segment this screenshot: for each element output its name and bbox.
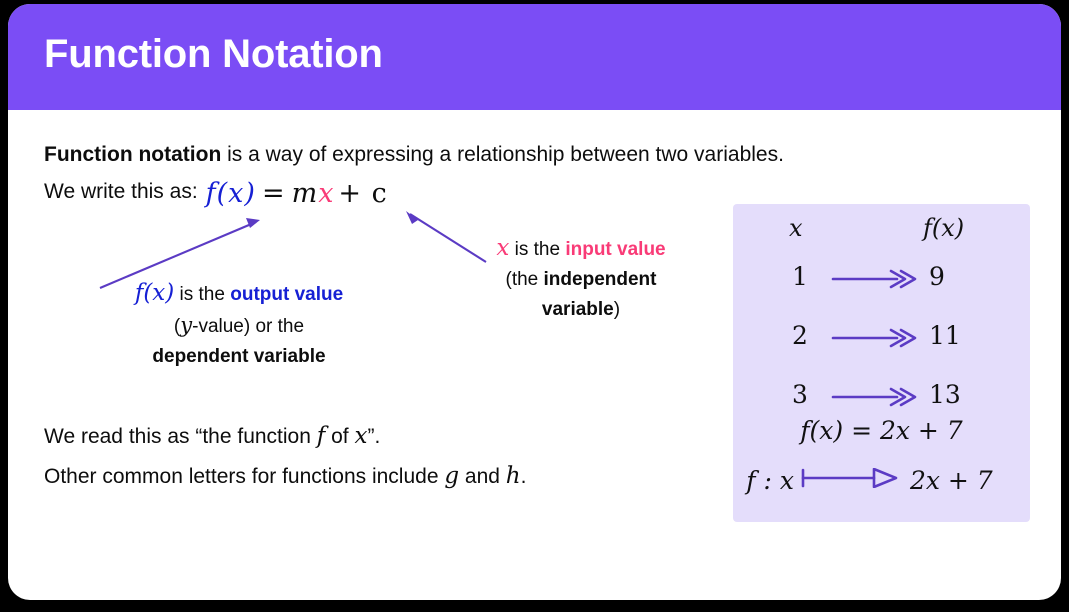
output-mid: is the bbox=[174, 284, 231, 305]
input-line3-post: ) bbox=[613, 299, 621, 320]
mapping-header-fx: f(x) bbox=[923, 214, 965, 242]
main-formula: f(x) = mx + c bbox=[206, 178, 388, 209]
read-mid: of bbox=[325, 425, 355, 448]
read-x: x bbox=[354, 423, 368, 449]
input-annotation-line1: x is the input value bbox=[438, 233, 724, 265]
input-symbol: x bbox=[496, 235, 510, 261]
other-mid: and bbox=[459, 465, 506, 488]
output-line2-var: y bbox=[180, 313, 193, 337]
output-symbol: f(x) bbox=[134, 280, 175, 306]
double-arrow-icon bbox=[831, 386, 923, 408]
table-row: 2 11 bbox=[733, 321, 1030, 363]
mapping-output-1: 9 bbox=[929, 262, 945, 291]
input-line2-pre: (the bbox=[505, 269, 544, 290]
slide-header: Function Notation bbox=[8, 4, 1061, 110]
formula-plus-c: + c bbox=[338, 178, 388, 209]
panel-equation: f(x) = 2x + 7 bbox=[800, 416, 963, 445]
slide-card: Function Notation Function notation is a… bbox=[8, 4, 1061, 600]
intro-sentence: Function notation is a way of expressing… bbox=[44, 143, 784, 167]
formula-equals: = bbox=[261, 178, 286, 209]
formula-prefix: We write this as: bbox=[44, 180, 198, 203]
mapping-output-2: 11 bbox=[929, 321, 961, 350]
other-pre: Other common letters for functions inclu… bbox=[44, 465, 445, 488]
input-mid: is the bbox=[509, 239, 566, 260]
read-post: ”. bbox=[367, 425, 381, 448]
variable-text: variable bbox=[541, 299, 614, 320]
double-arrow-icon bbox=[831, 268, 923, 290]
output-emph: output value bbox=[230, 284, 344, 305]
output-annotation-line3: dependent variable bbox=[64, 342, 414, 372]
mapping-panel-header: x f(x) bbox=[733, 214, 1030, 250]
intro-bold-lead: Function notation bbox=[44, 143, 222, 166]
table-row: 1 9 bbox=[733, 262, 1030, 304]
input-annotation-line3: variable) bbox=[438, 295, 724, 325]
output-annotation-line1: f(x) is the output value bbox=[64, 278, 414, 310]
mapping-input-2: 2 bbox=[792, 321, 808, 350]
output-annotation-line2: (y-value) or the bbox=[64, 310, 414, 342]
dependent-variable-text: dependent variable bbox=[152, 346, 326, 367]
slide-body: Function notation is a way of expressing… bbox=[8, 110, 1061, 600]
mapping-output-3: 13 bbox=[929, 380, 961, 409]
other-h: h bbox=[505, 463, 521, 489]
independent-text: independent bbox=[543, 269, 657, 290]
mapping-input-1: 1 bbox=[792, 262, 808, 291]
read-pre: We read this as “the function bbox=[44, 425, 317, 448]
mapping-panel: x f(x) 1 9 2 11 3 13 f(x) = 2x + 7 f: x… bbox=[733, 204, 1030, 522]
input-value-annotation: x is the input value (the independent va… bbox=[438, 233, 724, 325]
input-annotation-line2: (the independent bbox=[438, 265, 724, 295]
formula-line: We write this as: f(x) = mx + c bbox=[44, 178, 388, 209]
formula-fx: f(x) bbox=[205, 178, 256, 209]
maps-to-arrow-icon bbox=[800, 466, 904, 489]
mapping-header-x: x bbox=[789, 214, 803, 242]
output-value-annotation: f(x) is the output value (y-value) or th… bbox=[64, 278, 414, 372]
formula-m: m bbox=[291, 178, 319, 209]
other-g: g bbox=[444, 463, 460, 489]
other-post: . bbox=[520, 465, 527, 488]
page-title: Function Notation bbox=[44, 32, 383, 76]
read-f: f bbox=[316, 423, 326, 449]
mapping-input-3: 3 bbox=[792, 380, 808, 409]
double-arrow-icon bbox=[831, 327, 923, 349]
input-emph: input value bbox=[565, 239, 666, 260]
other-letters-sentence: Other common letters for functions inclu… bbox=[44, 463, 526, 489]
intro-rest: is a way of expressing a relationship be… bbox=[221, 143, 784, 166]
mapping-notation-left: f : x bbox=[746, 466, 794, 495]
read-sentence: We read this as “the function f of x”. bbox=[44, 423, 380, 449]
formula-x: x bbox=[318, 178, 335, 209]
mapping-notation-right: 2x + 7 bbox=[909, 466, 993, 495]
output-line2-post: -value) or the bbox=[192, 316, 305, 337]
panel-mapping-notation: f : x 2x + 7 bbox=[721, 466, 1018, 496]
